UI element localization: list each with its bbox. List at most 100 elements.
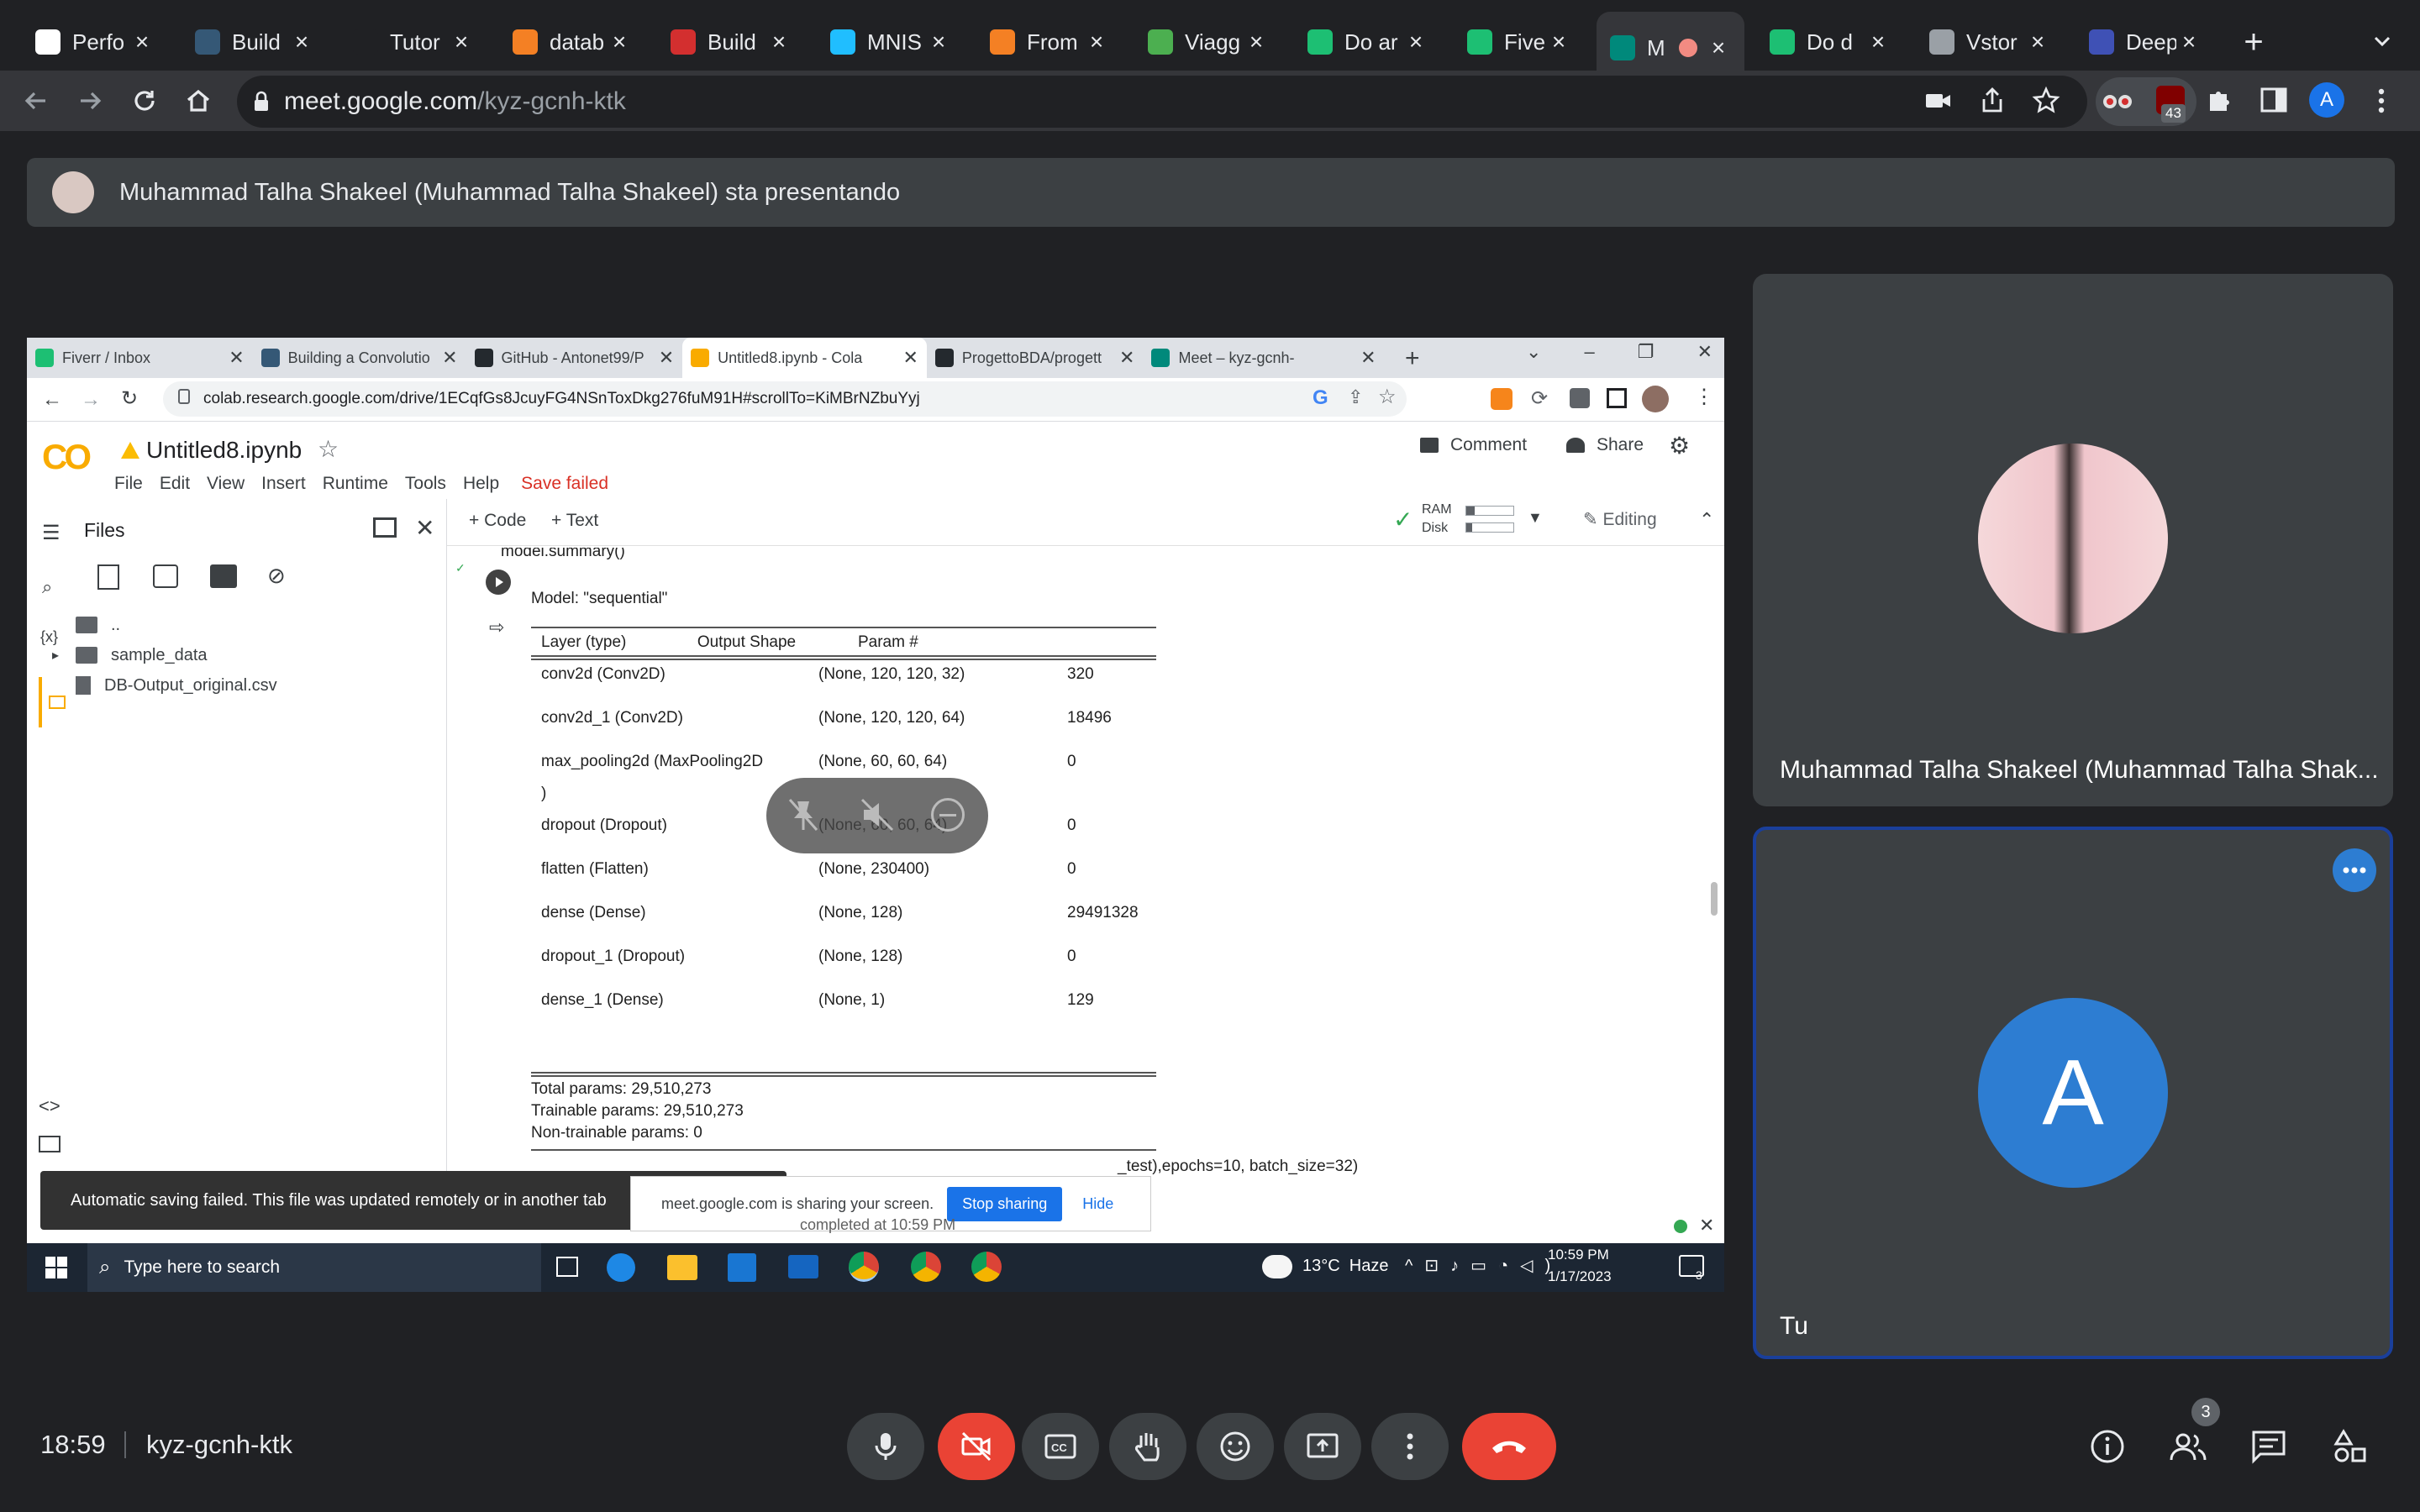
close-tab-icon[interactable]: ×: [2176, 29, 2202, 55]
present-button[interactable]: [1284, 1413, 1361, 1480]
close-tab-icon[interactable]: ×: [449, 29, 474, 55]
close-tab-icon[interactable]: ×: [766, 29, 792, 55]
mute-off-icon[interactable]: [859, 796, 896, 833]
browser-tab[interactable]: MNIS ×: [817, 15, 965, 69]
browser-tab[interactable]: Build ×: [182, 15, 328, 69]
inner-browser-tab[interactable]: Meet – kyz-gcnh- ✕: [1143, 338, 1384, 378]
add-text-button[interactable]: + Text: [551, 511, 598, 531]
inner-close-tab-icon[interactable]: ✕: [442, 347, 457, 369]
close-tab-icon[interactable]: ×: [1403, 29, 1428, 55]
participant-tile-self[interactable]: A Tu: [1753, 827, 2393, 1359]
inner-star-icon[interactable]: ☆: [1378, 385, 1397, 409]
browser-tab[interactable]: From ×: [976, 15, 1123, 69]
status-close-icon[interactable]: ✕: [1699, 1215, 1714, 1236]
camera-indicator-icon[interactable]: [1924, 87, 1953, 114]
people-button[interactable]: [2165, 1423, 2212, 1470]
command-palette-icon[interactable]: [39, 1136, 60, 1152]
stop-sharing-button[interactable]: Stop sharing: [947, 1186, 1063, 1221]
reload-icon[interactable]: [129, 86, 160, 116]
resources-dropdown-icon[interactable]: ▼: [1528, 509, 1543, 527]
camera-off-button[interactable]: [938, 1413, 1015, 1480]
activities-button[interactable]: [2326, 1423, 2373, 1470]
glasses-extension-icon[interactable]: [2101, 87, 2134, 116]
menu-file[interactable]: File: [114, 474, 143, 494]
expand-chevron-icon[interactable]: ▸: [52, 647, 76, 664]
inner-browser-tab[interactable]: Building a Convolutio ✕: [253, 338, 466, 378]
inner-window-controls[interactable]: ⌄ – ❐ ✕: [1514, 341, 1724, 375]
inner-browser-tab[interactable]: GitHub - Antonet99/P ✕: [466, 338, 683, 378]
inner-profile-avatar[interactable]: [1642, 386, 1669, 412]
inner-browser-tab[interactable]: Untitled8.ipynb - Cola ✕: [682, 338, 927, 378]
comment-button[interactable]: Comment: [1420, 435, 1527, 455]
side-panel-icon[interactable]: [2260, 87, 2287, 113]
code-snippets-icon[interactable]: <>: [39, 1095, 60, 1117]
save-failed-status[interactable]: Save failed: [521, 474, 608, 494]
chrome-alt-icon[interactable]: [971, 1252, 1002, 1282]
home-icon[interactable]: [183, 86, 213, 116]
inner-browser-tab[interactable]: ProgettoBDA/progett ✕: [927, 338, 1144, 378]
browser-tab[interactable]: Do ar ×: [1294, 15, 1442, 69]
captions-button[interactable]: CC: [1022, 1413, 1099, 1480]
upload-file-icon[interactable]: [97, 564, 119, 590]
weather-icon[interactable]: [1262, 1255, 1292, 1278]
tray-icons[interactable]: ^⊡♪▭◔◁): [1405, 1255, 1562, 1276]
shared-screen[interactable]: Fiverr / Inbox ✕ Building a Convolutio ✕ Git…: [27, 338, 1724, 1292]
browser-tab[interactable]: datab ×: [499, 15, 645, 69]
lock-icon[interactable]: [252, 91, 271, 113]
cell-scrollbar[interactable]: [1711, 882, 1718, 916]
more-options-icon[interactable]: [2333, 848, 2376, 892]
browser-tab[interactable]: Do d ×: [1756, 15, 1904, 69]
extensions-puzzle-icon[interactable]: [2205, 86, 2233, 114]
browser-menu-icon[interactable]: [2375, 86, 2388, 116]
new-tab-button[interactable]: +: [2235, 18, 2272, 66]
back-arrow-icon[interactable]: [20, 86, 50, 116]
remove-icon[interactable]: [931, 798, 965, 832]
task-view-icon[interactable]: [556, 1257, 578, 1277]
chrome-icon[interactable]: [849, 1252, 879, 1282]
browser-tab[interactable]: Build ×: [657, 15, 805, 69]
close-panel-icon[interactable]: ✕: [415, 514, 434, 542]
pin-off-icon[interactable]: [786, 796, 820, 833]
file-item[interactable]: DB-Output_original.csv: [52, 670, 439, 701]
inner-close-tab-icon[interactable]: ✕: [902, 347, 918, 369]
file-item[interactable]: ▸ sample_data: [52, 640, 439, 670]
window-close-icon[interactable]: ✕: [1697, 341, 1712, 375]
code-cell[interactable]: model.summary() ✓ ⇨ Model: "sequential" …: [447, 548, 1724, 1179]
refresh-files-icon[interactable]: [153, 564, 178, 588]
close-tab-icon[interactable]: ×: [2025, 29, 2050, 55]
microphone-button[interactable]: [847, 1413, 924, 1480]
inner-address-bar[interactable]: colab.research.google.com/drive/1ECqfGs8…: [163, 381, 1407, 417]
bookmark-star-icon[interactable]: [2032, 86, 2060, 114]
inner-close-tab-icon[interactable]: ✕: [1360, 347, 1376, 369]
store-icon[interactable]: [728, 1253, 756, 1282]
more-options-button[interactable]: [1371, 1413, 1449, 1480]
windows-start-icon[interactable]: [45, 1257, 67, 1278]
chrome-profile-icon[interactable]: [911, 1252, 941, 1282]
participant-tile-presenter[interactable]: Muhammad Talha Shakeel (Muhammad Talha S…: [1753, 274, 2393, 806]
browser-tab[interactable]: Perfo ×: [22, 15, 168, 69]
edge-icon[interactable]: [607, 1253, 635, 1282]
close-tab-icon[interactable]: ×: [1244, 29, 1269, 55]
profile-avatar[interactable]: A: [2309, 82, 2344, 118]
share-button[interactable]: Share: [1566, 435, 1644, 455]
inner-close-tab-icon[interactable]: ✕: [1119, 347, 1134, 369]
inner-sidepanel-icon[interactable]: [1607, 388, 1627, 408]
close-tab-icon[interactable]: ×: [1706, 34, 1731, 61]
tab-dropdown-icon[interactable]: ⌄: [1526, 341, 1541, 375]
menu-insert[interactable]: Insert: [261, 474, 306, 494]
menu-edit[interactable]: Edit: [160, 474, 190, 494]
minimize-icon[interactable]: –: [1584, 341, 1594, 375]
browser-tab[interactable]: Vstor ×: [1916, 15, 2064, 69]
settings-gear-icon[interactable]: ⚙: [1669, 432, 1690, 459]
mail-icon[interactable]: [788, 1255, 818, 1278]
inner-back-icon[interactable]: ←: [42, 388, 62, 412]
leave-call-button[interactable]: [1462, 1413, 1556, 1480]
google-g-icon[interactable]: G: [1313, 386, 1328, 410]
close-tab-icon[interactable]: ×: [289, 29, 314, 55]
sync-extension-icon[interactable]: ⟳: [1531, 386, 1548, 411]
browser-tab[interactable]: Fiver×: [1454, 15, 1585, 69]
file-item[interactable]: ..: [52, 610, 439, 640]
sidebar-search-icon[interactable]: ⌕: [42, 576, 52, 598]
reactions-button[interactable]: [1197, 1413, 1274, 1480]
inner-close-tab-icon[interactable]: ✕: [659, 347, 674, 369]
